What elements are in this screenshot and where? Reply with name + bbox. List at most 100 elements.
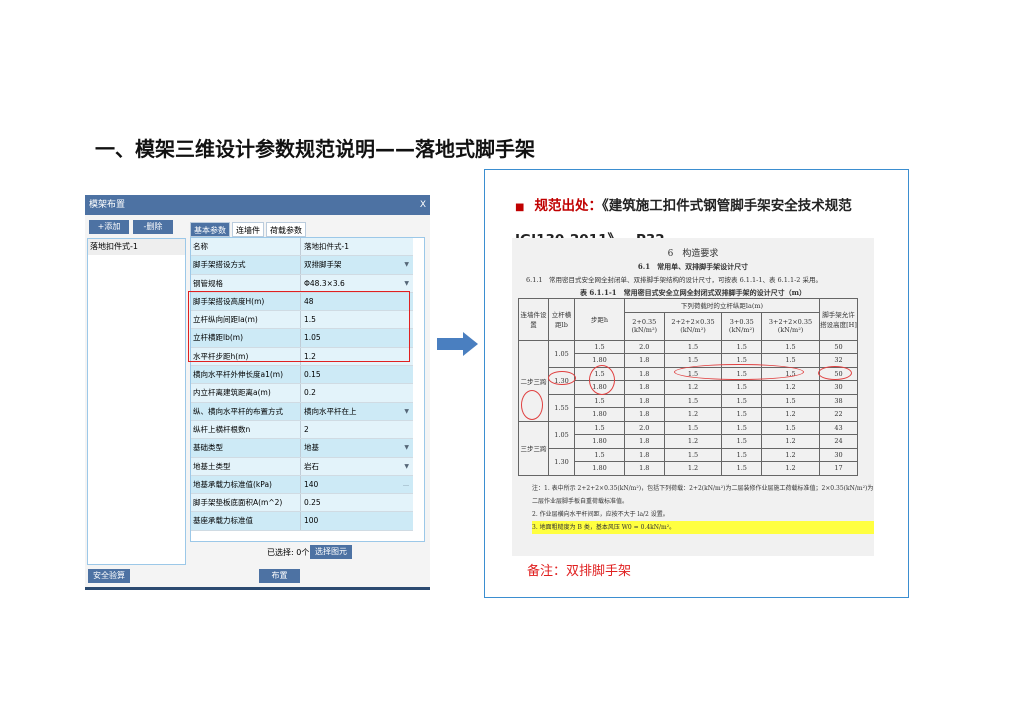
th: 下列荷载时的立杆纵距la(m) — [624, 298, 820, 313]
property-row[interactable]: 基础类型 地基 ▼ — [191, 439, 413, 458]
property-row[interactable]: 名称 落地扣件式-1 — [191, 238, 413, 257]
select-element-button[interactable]: 选择图元 — [310, 545, 352, 559]
property-row[interactable]: 横向水平杆外伸长度a1(m) 0.15 — [191, 366, 413, 385]
dialog-title: 模架布置 — [89, 200, 126, 210]
cell: 1.5 — [721, 393, 763, 408]
cell: 1.5 — [574, 393, 625, 408]
cell: 1.80 — [574, 434, 625, 449]
property-label: 地基土类型 — [191, 457, 301, 475]
scaffold-layout-dialog: 模架布置 X +添加 -删除 落地扣件式-1 基本参数 连墙件 荷载参数 名称 落地… — [85, 195, 430, 590]
arrow-right-icon — [437, 332, 478, 356]
standard-excerpt: 6 构造要求 6.1 常用单、双排脚手架设计尺寸 6.1.1 常用密目式安全网全… — [512, 238, 874, 556]
cell: 30 — [819, 380, 858, 395]
th: 步距h — [574, 298, 625, 341]
cell: 1.5 — [663, 447, 723, 462]
property-label: 横向水平杆外伸长度a1(m) — [191, 366, 301, 384]
cell: 1.8 — [624, 353, 665, 368]
dialog-header: 模架布置 X — [85, 195, 430, 215]
property-label: 纵、横向水平杆的布置方式 — [191, 402, 301, 420]
property-value[interactable]: 横向水平杆在上 ▼ — [301, 403, 413, 420]
property-value[interactable]: 2 — [301, 421, 413, 438]
cell: 三步三跨 — [518, 420, 549, 476]
note-line: 2. 作业层横向水平杆间距，应按不大于 la/2 设置。 — [532, 510, 669, 518]
property-row[interactable]: 内立杆离建筑距离a(m) 0.2 — [191, 384, 413, 403]
note-line: 注：1. 表中所示 2+2+2×0.35(kN/m²)，包括下列荷载：2+2(k… — [532, 484, 874, 505]
value-text: 2 — [304, 424, 309, 434]
reference-label: 规范出处： — [534, 198, 602, 214]
tab-basic-params[interactable]: 基本参数 — [190, 222, 230, 237]
property-value[interactable]: 100 — [301, 512, 413, 529]
safety-check-button[interactable]: 安全验算 — [88, 569, 130, 583]
dropdown-icon[interactable]: ▼ — [404, 458, 409, 476]
table-caption: 表 6.1.1-1 常用密目式安全立网全封闭式双排脚手架的设计尺寸（m） — [579, 288, 807, 297]
cell: 1.05 — [548, 420, 575, 449]
th: 立杆横距lb — [548, 298, 575, 341]
th: 连墙件设置 — [518, 298, 549, 341]
property-row[interactable]: 纵杆上横杆根数n 2 — [191, 420, 413, 440]
property-label: 名称 — [191, 238, 301, 256]
property-row[interactable]: 脚手架垫板底面积A(m^2) 0.25 — [191, 494, 413, 513]
cell: 1.5 — [761, 393, 820, 408]
delete-button[interactable]: -删除 — [133, 220, 173, 234]
cell: 1.5 — [574, 420, 625, 435]
th: 2+2+2×0.35 (kN/m²) — [663, 311, 723, 341]
tab-wall-ties[interactable]: 连墙件 — [232, 222, 264, 237]
page-title: 一、模架三维设计参数规范说明——落地式脚手架 — [95, 137, 535, 161]
property-value[interactable]: 岩石 ▼ — [301, 458, 413, 475]
cell: 1.8 — [624, 366, 665, 381]
tab-load-params[interactable]: 荷载参数 — [266, 222, 306, 237]
scaffold-list: 落地扣件式-1 — [87, 238, 186, 565]
cell: 1.2 — [761, 380, 820, 395]
property-label: 脚手架搭设方式 — [191, 256, 301, 274]
property-row[interactable]: 纵、横向水平杆的布置方式 横向水平杆在上 ▼ — [191, 402, 413, 421]
layout-button[interactable]: 布置 — [259, 569, 300, 583]
cell: 1.2 — [663, 434, 723, 449]
property-value[interactable]: 140… — [301, 476, 413, 493]
add-button[interactable]: +添加 — [89, 220, 129, 234]
selected-count: 已选择: 0个 — [267, 548, 310, 557]
property-label: 脚手架垫板底面积A(m^2) — [191, 494, 301, 512]
value-text: Φ48.3×3.6 — [304, 278, 345, 288]
property-value[interactable]: 0.25 — [301, 494, 413, 511]
dropdown-icon[interactable]: ▼ — [404, 403, 409, 421]
property-value[interactable]: 0.2 — [301, 384, 413, 401]
property-value[interactable]: 落地扣件式-1 — [301, 238, 413, 255]
close-icon[interactable]: X — [420, 195, 426, 215]
th: 脚手架允许搭设高度[H] — [819, 298, 858, 341]
property-value[interactable]: 0.15 — [301, 366, 413, 383]
design-size-table: 连墙件设置 立杆横距lb 步距h 下列荷载时的立杆纵距la(m) 脚手架允许搭设高度[H… — [518, 298, 858, 476]
cell: 1.5 — [721, 447, 763, 462]
dropdown-icon[interactable]: ▼ — [404, 439, 409, 457]
bullet-icon: ■ — [515, 202, 525, 213]
cell: 1.8 — [624, 393, 665, 408]
table-row: 1.55 1.5 1.8 1.5 1.5 1.5 38 — [519, 393, 858, 422]
cell: 38 — [819, 393, 858, 408]
cell: 1.5 — [721, 434, 763, 449]
property-label: 内立杆离建筑距离a(m) — [191, 384, 301, 402]
dropdown-icon[interactable]: ▼ — [404, 256, 409, 274]
highlight-box — [188, 291, 410, 362]
cell: 43 — [819, 420, 858, 435]
property-row[interactable]: 地基承载力标准值(kPa) 140… — [191, 475, 413, 495]
cell: 1.5 — [721, 339, 763, 354]
list-item[interactable]: 落地扣件式-1 — [88, 239, 185, 255]
cell: 1.5 — [663, 339, 723, 354]
cell: 2.0 — [624, 420, 665, 435]
property-value[interactable]: 双排脚手架 ▼ — [301, 256, 413, 273]
property-row[interactable]: 基座承载力标准值 100 — [191, 512, 413, 531]
property-value[interactable]: 地基 ▼ — [301, 439, 413, 456]
cell: 24 — [819, 434, 858, 449]
property-label: 地基承载力标准值(kPa) — [191, 475, 301, 494]
th: 3+2+2×0.35 (kN/m²) — [761, 311, 820, 341]
cell: 1.5 — [663, 393, 723, 408]
property-value[interactable]: Φ48.3×3.6 ▼ — [301, 275, 413, 292]
cell: 1.2 — [761, 407, 820, 422]
property-row[interactable]: 脚手架搭设方式 双排脚手架 ▼ — [191, 256, 413, 275]
note-line: 3. 地面粗糙度为 B 类，基本风压 W0 = 0.4kN/m²。 — [532, 520, 874, 534]
cell: 1.5 — [761, 339, 820, 354]
dropdown-icon[interactable]: … — [403, 476, 409, 494]
cell: 50 — [819, 339, 858, 354]
th: 2+0.35 (kN/m²) — [624, 311, 665, 341]
dropdown-icon[interactable]: ▼ — [404, 275, 409, 293]
property-row[interactable]: 地基土类型 岩石 ▼ — [191, 457, 413, 476]
